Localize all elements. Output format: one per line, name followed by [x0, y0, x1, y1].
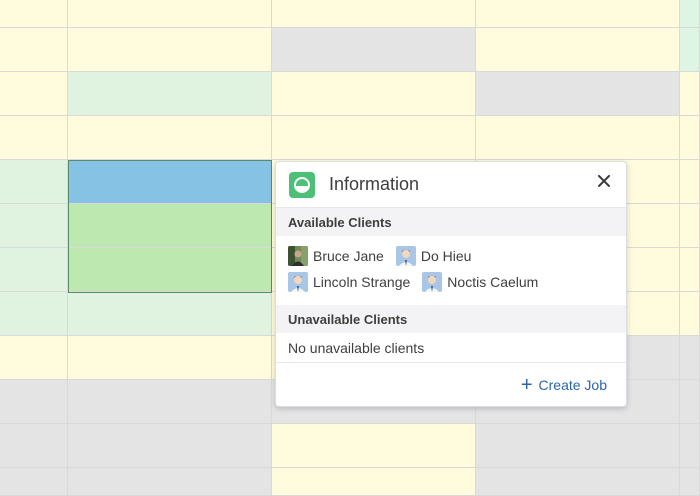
- calendar-cell[interactable]: [476, 72, 680, 116]
- calendar-cell[interactable]: [476, 116, 680, 160]
- client-item[interactable]: Bruce Jane: [288, 246, 384, 266]
- calendar-cell[interactable]: [0, 380, 68, 424]
- calendar-cell[interactable]: [0, 72, 68, 116]
- calendar-cell[interactable]: [272, 468, 476, 496]
- information-popover: Information Available Clients Bruce Jane…: [275, 161, 627, 407]
- calendar-cell[interactable]: [0, 336, 68, 380]
- calendar-cell[interactable]: [0, 0, 68, 28]
- calendar-cell[interactable]: [68, 28, 272, 72]
- calendar-cell[interactable]: [68, 380, 272, 424]
- calendar-cell[interactable]: [272, 424, 476, 468]
- close-button[interactable]: [594, 171, 614, 191]
- available-clients-heading: Available Clients: [276, 208, 626, 236]
- calendar-cell[interactable]: [0, 424, 68, 468]
- calendar-cell[interactable]: [680, 116, 700, 160]
- calendar-cell[interactable]: [476, 424, 680, 468]
- calendar-cell[interactable]: [476, 0, 680, 28]
- calendar-cell[interactable]: [0, 116, 68, 160]
- create-job-label: Create Job: [538, 377, 607, 393]
- default-avatar: [395, 246, 416, 266]
- client-item[interactable]: Do Hieu: [395, 246, 472, 266]
- calendar-cell[interactable]: [68, 116, 272, 160]
- client-item[interactable]: Lincoln Strange: [288, 272, 410, 292]
- calendar-cell[interactable]: [680, 160, 700, 204]
- calendar-cell[interactable]: [68, 468, 272, 496]
- plus-icon: +: [520, 374, 533, 396]
- calendar-cell[interactable]: [68, 292, 272, 336]
- calendar-cell[interactable]: [476, 468, 680, 496]
- calendar-event-icon: [289, 171, 315, 198]
- calendar-cell[interactable]: [680, 424, 700, 468]
- calendar-cell[interactable]: [272, 72, 476, 116]
- calendar-cell[interactable]: [0, 160, 68, 204]
- calendar-cell-selected[interactable]: [68, 160, 272, 204]
- calendar-cell[interactable]: [680, 292, 700, 336]
- create-job-button[interactable]: + Create Job: [521, 375, 607, 395]
- calendar-cell[interactable]: [272, 28, 476, 72]
- empty-state-text: No unavailable clients: [276, 333, 626, 363]
- calendar-cell[interactable]: [476, 28, 680, 72]
- client-name: Bruce Jane: [313, 248, 384, 264]
- client-name: Lincoln Strange: [313, 274, 411, 290]
- calendar-cell-selected[interactable]: [68, 248, 272, 292]
- calendar-cell[interactable]: [272, 116, 476, 160]
- close-icon: [598, 175, 610, 187]
- client-row: Bruce Jane Do Hieu: [288, 243, 614, 269]
- calendar-cell[interactable]: [680, 204, 700, 248]
- calendar-cell[interactable]: [680, 468, 700, 496]
- photo-avatar: [288, 246, 308, 266]
- calendar-cell[interactable]: [68, 336, 272, 380]
- client-item[interactable]: Noctis Caelum: [422, 272, 538, 292]
- client-name: Noctis Caelum: [447, 274, 539, 290]
- calendar-cell[interactable]: [68, 72, 272, 116]
- default-avatar: [288, 272, 308, 292]
- calendar-cell[interactable]: [0, 28, 68, 72]
- client-name: Do Hieu: [420, 248, 472, 264]
- available-clients-list: Bruce Jane Do Hieu Lincoln Strange Nocti…: [276, 236, 626, 301]
- client-row: Lincoln Strange Noctis Caelum: [288, 269, 614, 295]
- default-avatar: [422, 272, 443, 292]
- calendar-cell[interactable]: [680, 380, 700, 424]
- calendar-cell[interactable]: [0, 248, 68, 292]
- unavailable-clients-heading: Unavailable Clients: [276, 305, 626, 333]
- calendar-cell[interactable]: [680, 336, 700, 380]
- calendar-cell[interactable]: [0, 292, 68, 336]
- calendar-cell[interactable]: [0, 204, 68, 248]
- calendar-cell-selected[interactable]: [68, 204, 272, 248]
- popover-title: Information: [329, 174, 420, 194]
- popover-footer: + Create Job: [276, 363, 626, 406]
- calendar-cell[interactable]: [68, 424, 272, 468]
- calendar-cell[interactable]: [680, 248, 700, 292]
- calendar-cell[interactable]: [680, 72, 700, 116]
- popover-header: Information: [276, 162, 626, 208]
- calendar-cell[interactable]: [0, 468, 68, 496]
- calendar-cell[interactable]: [68, 0, 272, 28]
- calendar-cell[interactable]: [680, 0, 700, 28]
- calendar-cell[interactable]: [680, 28, 700, 72]
- calendar-cell[interactable]: [272, 0, 476, 28]
